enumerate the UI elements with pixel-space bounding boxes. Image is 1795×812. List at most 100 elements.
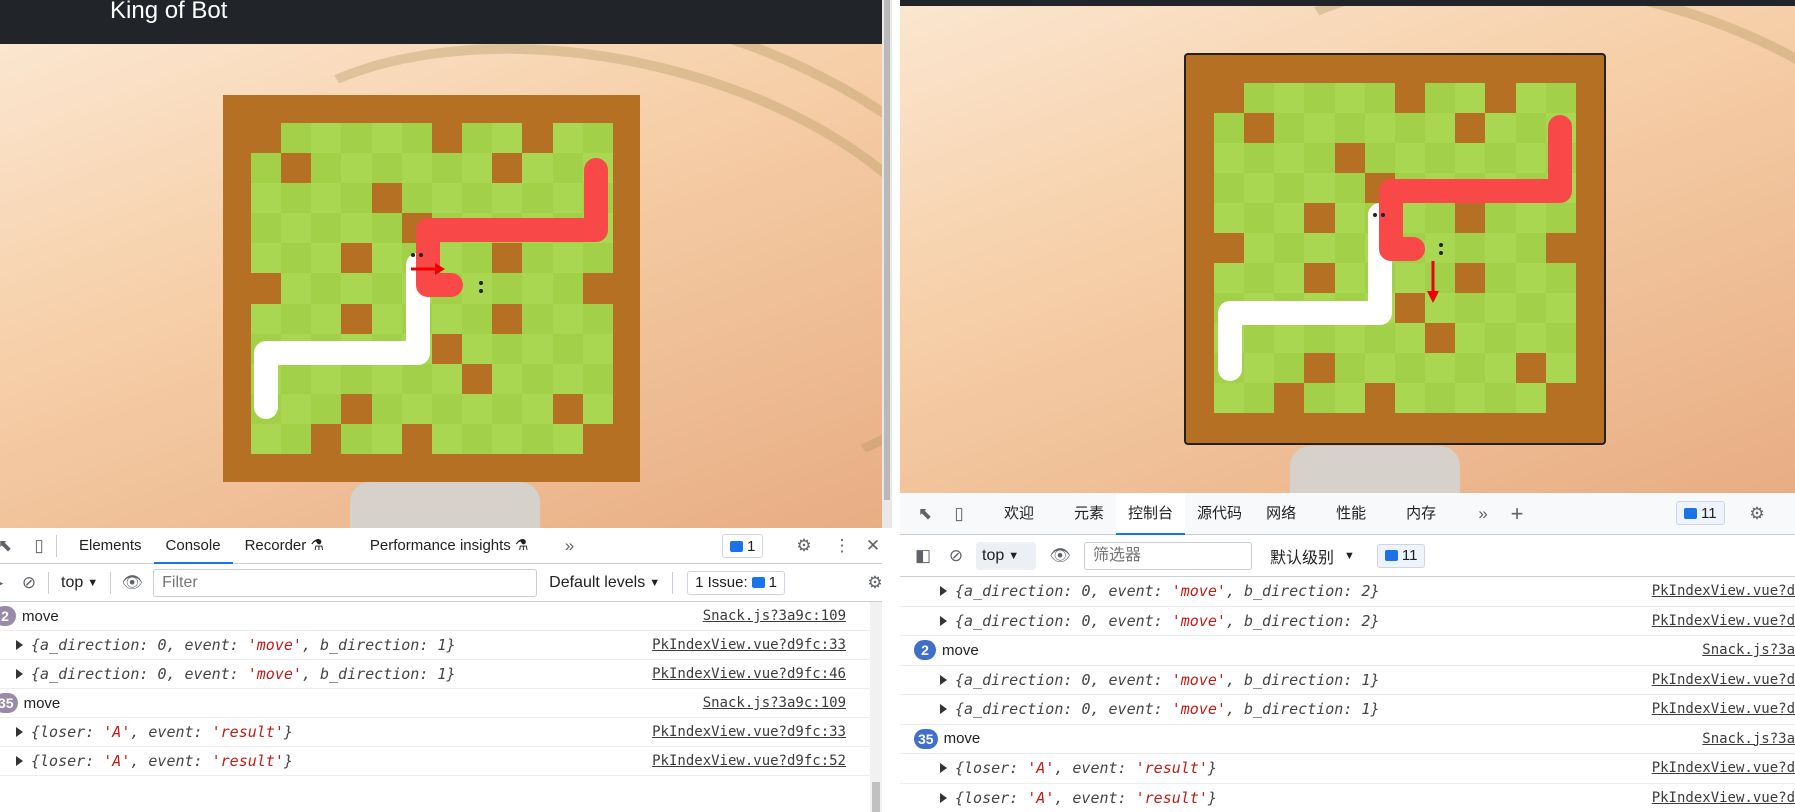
expand-triangle-icon[interactable] <box>16 756 23 766</box>
expand-triangle-icon[interactable] <box>940 674 947 685</box>
tab-elements[interactable]: Elements <box>67 528 154 564</box>
expand-triangle-icon[interactable] <box>940 704 947 715</box>
repeat-count-badge: 2 <box>0 606 16 626</box>
filter-input[interactable] <box>153 568 538 597</box>
kebab-icon[interactable]: ⋮ <box>825 528 859 564</box>
tab-performance-insights[interactable]: Performance insights ⚗ <box>358 528 541 564</box>
context-select[interactable]: top ▼ <box>55 569 104 597</box>
context-select[interactable]: top ▼ <box>976 541 1036 570</box>
key: a_direction <box>40 636 140 654</box>
issues-count: 1 <box>768 574 777 591</box>
messages-badge[interactable]: 1 <box>722 534 764 558</box>
console-row[interactable]: {loser: 'A', event: 'result'} PkIndexView… <box>900 754 1795 784</box>
console-row[interactable]: {loser: 'A', event: 'result'} PkIndexView… <box>0 718 882 747</box>
levels-label: Default levels <box>549 573 646 591</box>
eye-icon[interactable]: 👁 <box>1042 538 1078 574</box>
tab-welcome[interactable]: 欢迎 <box>992 493 1046 535</box>
console-object-text: {a_direction: 0, event: 'move', b_direct… <box>955 582 1380 601</box>
source-link[interactable]: Snack.js?3a <box>1702 642 1795 658</box>
gear-icon[interactable]: ⚙ <box>787 528 821 564</box>
clear-icon[interactable]: ⊘ <box>942 538 970 574</box>
message-icon <box>1684 507 1697 519</box>
expand-triangle-icon[interactable] <box>16 669 23 679</box>
clear-icon[interactable]: ⊘ <box>16 565 42 601</box>
key: b_direction <box>320 636 420 654</box>
console-row[interactable]: {a_direction: 0, event: 'move', b_direct… <box>900 577 1795 607</box>
game-board[interactable] <box>1184 53 1606 445</box>
device-icon[interactable]: ▯ <box>942 496 976 532</box>
inspect-icon[interactable]: ⬉ <box>0 528 22 564</box>
levels-select[interactable]: 默认级别 ▼ <box>1264 542 1361 570</box>
source-link[interactable]: PkIndexView.vue?d9fc:46 <box>652 666 846 682</box>
console-row[interactable]: 35 move Snack.js?3a <box>900 725 1795 754</box>
tab-elements[interactable]: 元素 <box>1062 493 1116 535</box>
inspect-icon[interactable]: ⬉ <box>908 496 942 532</box>
scrollbar-thumb[interactable] <box>884 0 890 500</box>
snake-a <box>254 253 430 419</box>
expand-triangle-icon[interactable] <box>940 586 947 597</box>
key: a_direction <box>964 611 1064 630</box>
console-message-text: move <box>22 607 59 625</box>
console-row[interactable]: 35 move Snack.js?3a9c:109 <box>0 689 882 718</box>
console-row[interactable]: {a_direction: 0, event: 'move', b_direct… <box>900 607 1795 636</box>
device-icon[interactable]: ▯ <box>22 528 56 564</box>
levels-select[interactable]: Default levels ▼ <box>543 569 666 597</box>
source-link[interactable]: PkIndexView.vue?d <box>1652 760 1795 776</box>
console-row[interactable]: {a_direction: 0, event: 'move', b_direct… <box>0 631 882 660</box>
expand-triangle-icon[interactable] <box>940 763 947 774</box>
more-tabs-icon[interactable]: » <box>552 528 586 564</box>
tab-performance-label: Performance insights <box>369 536 511 554</box>
source-link[interactable]: PkIndexView.vue?d <box>1652 701 1795 717</box>
divider <box>110 571 112 594</box>
console-row[interactable]: {a_direction: 0, event: 'move', b_direct… <box>0 660 882 689</box>
source-link[interactable]: Snack.js?3a <box>1702 731 1795 747</box>
more-tabs-icon[interactable]: » <box>1466 496 1500 532</box>
source-link[interactable]: PkIndexView.vue?d <box>1652 790 1795 806</box>
console-scrollbar[interactable] <box>870 602 882 812</box>
console-message-text: move <box>943 730 981 748</box>
source-link[interactable]: Snack.js?3a9c:109 <box>703 608 846 624</box>
tab-memory[interactable]: 内存 <box>1394 493 1448 535</box>
console-row[interactable]: {loser: 'A', event: 'result'} PkIndexView… <box>0 747 882 776</box>
game-board[interactable] <box>223 95 640 482</box>
tab-network[interactable]: 网络 <box>1254 493 1308 535</box>
console-row[interactable]: 2 move Snack.js?3a9c:109 <box>0 602 882 631</box>
filter-input[interactable] <box>1084 541 1252 570</box>
tab-console[interactable]: Console <box>153 528 233 564</box>
tab-sources[interactable]: 源代码 <box>1185 493 1254 535</box>
scrollbar-thumb[interactable] <box>872 782 880 812</box>
sidebar-icon[interactable]: ▸ <box>0 565 10 601</box>
expand-triangle-icon[interactable] <box>16 727 23 737</box>
console-row[interactable]: {a_direction: 0, event: 'move', b_direct… <box>900 695 1795 725</box>
source-link[interactable]: PkIndexView.vue?d <box>1652 583 1795 599</box>
source-link[interactable]: Snack.js?3a9c:109 <box>703 695 846 711</box>
source-link[interactable]: PkIndexView.vue?d <box>1652 672 1795 688</box>
source-link[interactable]: PkIndexView.vue?d9fc:33 <box>652 724 846 740</box>
navbar-brand[interactable]: King of Bot <box>110 0 227 23</box>
gear-icon[interactable]: ⚙ <box>858 565 882 601</box>
gear-icon[interactable]: ⚙ <box>1740 496 1774 532</box>
sidebar-icon[interactable]: ◧ <box>910 538 936 574</box>
message-count-button[interactable]: 11 <box>1376 543 1426 568</box>
source-link[interactable]: PkIndexView.vue?d9fc:33 <box>652 637 846 653</box>
expand-triangle-icon[interactable] <box>940 615 947 626</box>
snake-b-eye <box>1439 243 1443 247</box>
eye-icon[interactable]: 👁 <box>117 565 147 601</box>
tab-recorder[interactable]: Recorder ⚗ <box>233 528 336 564</box>
expand-triangle-icon[interactable] <box>16 640 23 650</box>
console-row[interactable]: {a_direction: 0, event: 'move', b_direct… <box>900 666 1795 695</box>
source-link[interactable]: PkIndexView.vue?d9fc:52 <box>652 753 846 769</box>
tab-console[interactable]: 控制台 <box>1116 492 1186 535</box>
source-link[interactable]: PkIndexView.vue?d <box>1652 613 1795 629</box>
page-scrollbar[interactable] <box>882 0 892 528</box>
tab-performance[interactable]: 性能 <box>1324 493 1378 535</box>
issues-button[interactable]: 1 Issue: 1 <box>687 570 785 595</box>
messages-badge[interactable]: 11 <box>1676 501 1725 525</box>
plus-icon[interactable]: + <box>1500 496 1534 532</box>
expand-triangle-icon[interactable] <box>940 792 947 803</box>
stand-decoration <box>1290 446 1460 493</box>
console-object-text: {loser: 'A', event: 'result'} <box>31 752 293 770</box>
console-row[interactable]: {loser: 'A', event: 'result'} PkIndexView… <box>900 784 1795 812</box>
console-row[interactable]: 2 move Snack.js?3a <box>900 636 1795 666</box>
close-icon[interactable]: ✕ <box>856 528 882 564</box>
